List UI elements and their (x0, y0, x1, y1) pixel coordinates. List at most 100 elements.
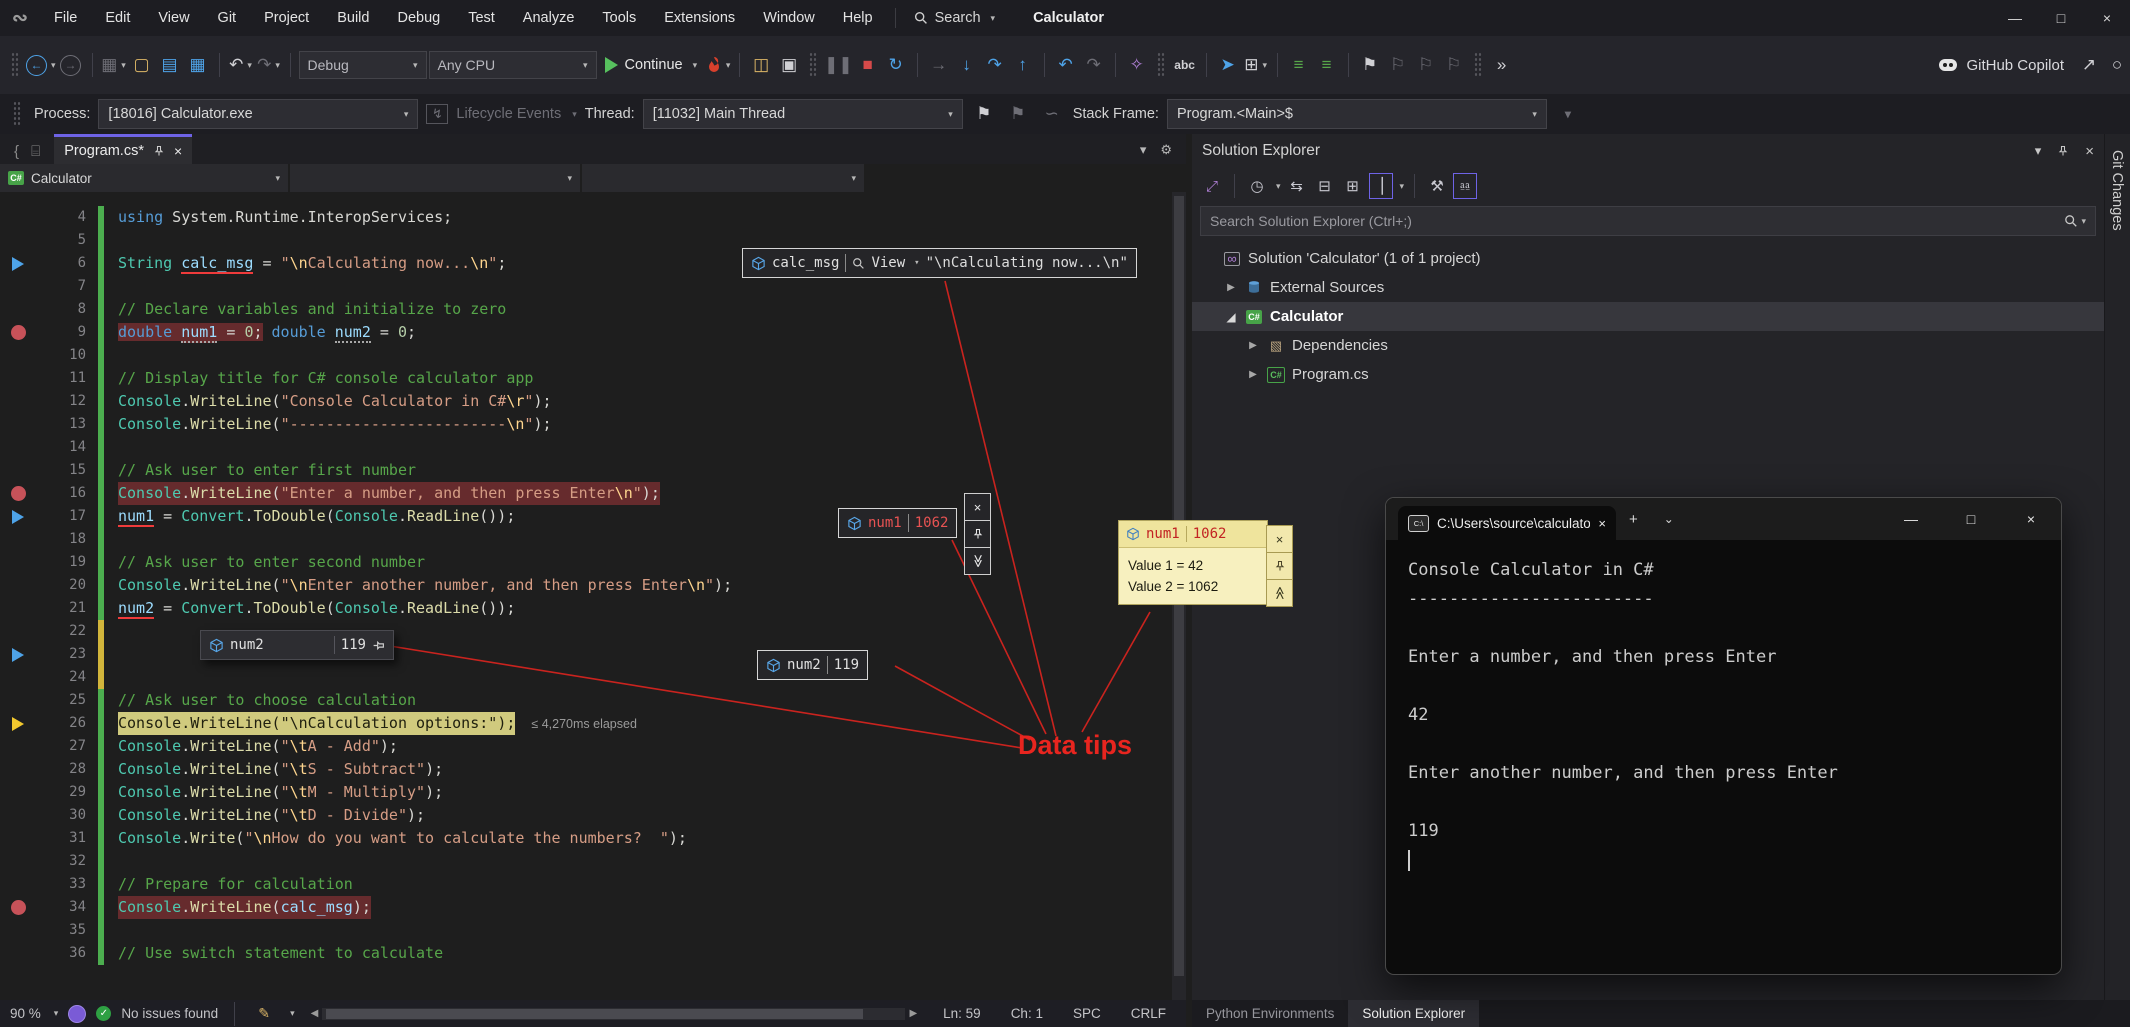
scrollbar-thumb[interactable] (326, 1009, 862, 1019)
code-line-24[interactable]: 24 (0, 666, 1186, 689)
pin-icon[interactable] (2057, 145, 2069, 157)
chevron-down-icon[interactable]: ▾ (1400, 181, 1405, 192)
breakpoint-gutter[interactable] (0, 459, 36, 482)
menu-file[interactable]: File (40, 0, 91, 36)
breakpoint-icon[interactable] (11, 900, 26, 915)
menu-build[interactable]: Build (323, 0, 383, 36)
lifecycle-events-label[interactable]: Lifecycle Events (456, 106, 561, 122)
thread-combo[interactable]: [11032] Main Thread▾ (643, 99, 963, 129)
line-ending-indicator[interactable]: CRLF (1131, 1006, 1166, 1021)
clear-bookmarks-icon[interactable]: ⚐ (1441, 50, 1467, 80)
code-line-8[interactable]: 8// Declare variables and initialize to … (0, 298, 1186, 321)
restart-icon[interactable]: ↻ (883, 50, 909, 80)
toolbar-grip[interactable] (809, 52, 817, 78)
toolbar-grip[interactable] (1474, 52, 1482, 78)
document-well-options-icon[interactable]: ⚙ (1160, 142, 1172, 158)
breakpoint-gutter[interactable] (0, 229, 36, 252)
open-folder-icon[interactable]: ▢ (129, 50, 155, 80)
code-text[interactable]: Console.WriteLine("\nCalculation options… (104, 712, 637, 735)
code-text[interactable]: // Display title for C# console calculat… (104, 367, 533, 390)
pin-icon[interactable] (1266, 552, 1293, 580)
toolbar-overflow-icon[interactable]: » (1489, 50, 1515, 80)
breakpoint-gutter[interactable] (0, 942, 36, 965)
terminal-minimize-button[interactable]: — (1881, 498, 1941, 540)
preview-selected-icon[interactable]: ⎂ (1453, 173, 1477, 199)
pin-icon[interactable] (153, 145, 165, 157)
console-window[interactable]: C:\ C:\Users\source\calculator × + ⌄ — □… (1385, 497, 2062, 975)
code-text[interactable]: num2 = Convert.ToDouble(Console.ReadLine… (104, 597, 515, 620)
breakpoint-gutter[interactable] (0, 758, 36, 781)
toolbar-grip[interactable] (1157, 52, 1165, 78)
datatip-num2[interactable]: num2 119 (757, 650, 868, 680)
menu-tools[interactable]: Tools (588, 0, 650, 36)
current-statement-icon[interactable] (12, 717, 24, 731)
tree-item-calculator[interactable]: ◢C#Calculator (1192, 302, 2104, 331)
format-selection-icon[interactable]: ≡ (1314, 50, 1340, 80)
tree-expander-icon[interactable]: ◢ (1224, 310, 1238, 324)
bookmark-icon[interactable]: ⚑ (1357, 50, 1383, 80)
code-line-7[interactable]: 7 (0, 275, 1186, 298)
code-line-22[interactable]: 22 (0, 620, 1186, 643)
collapse-comments-icon[interactable]: ≫ (1266, 579, 1293, 607)
menu-extensions[interactable]: Extensions (650, 0, 749, 36)
menu-analyze[interactable]: Analyze (509, 0, 589, 36)
navigate-forward-icon[interactable]: → (58, 50, 84, 80)
code-line-16[interactable]: 16Console.WriteLine("Enter a number, and… (0, 482, 1186, 505)
menu-test[interactable]: Test (454, 0, 509, 36)
code-line-19[interactable]: 19// Ask user to enter second number (0, 551, 1186, 574)
new-tab-button[interactable]: + (1616, 498, 1651, 540)
code-line-14[interactable]: 14 (0, 436, 1186, 459)
breakpoint-gutter[interactable] (0, 597, 36, 620)
code-text[interactable]: double num1 = 0; double num2 = 0; (104, 321, 416, 344)
datatip-num2-pinned[interactable]: num2 119 (200, 630, 394, 660)
breakpoint-gutter[interactable] (0, 574, 36, 597)
window-layout-icon[interactable]: ▣ (776, 50, 802, 80)
tree-expander-icon[interactable]: ▶ (1246, 369, 1260, 380)
pinned-tip-marker-icon[interactable] (12, 510, 24, 524)
properties-wrench-icon[interactable]: ⚒ (1425, 173, 1449, 199)
panel-tab-solution-explorer[interactable]: Solution Explorer (1348, 1000, 1479, 1027)
breakpoint-gutter[interactable] (0, 827, 36, 850)
breakpoint-gutter[interactable] (0, 344, 36, 367)
solution-platforms-combo[interactable]: Any CPU▾ (429, 51, 597, 79)
navigate-back-icon[interactable]: ←▾ (26, 50, 56, 80)
show-threads-in-source-icon[interactable]: ⚑ (971, 99, 997, 129)
code-line-12[interactable]: 12Console.WriteLine("Console Calculator … (0, 390, 1186, 413)
breakpoint-icon[interactable] (11, 486, 26, 501)
code-text[interactable]: // Ask user to enter first number (104, 459, 416, 482)
breakpoint-gutter[interactable] (0, 298, 36, 321)
toggle-flagged-threads-icon[interactable]: ∽ (1039, 99, 1065, 129)
datatip-num1[interactable]: num1 1062 (838, 508, 957, 538)
member-dropdown[interactable]: ▾ (582, 164, 866, 192)
code-text[interactable]: // Ask user to enter second number (104, 551, 425, 574)
code-text[interactable]: String calc_msg = "\nCalculating now...\… (104, 252, 506, 275)
menu-edit[interactable]: Edit (91, 0, 144, 36)
datatip-view-label[interactable]: View (871, 255, 905, 271)
code-text[interactable]: Console.WriteLine("\tS - Subtract"); (104, 758, 443, 781)
collapse-all-icon[interactable]: ⊟ (1313, 173, 1337, 199)
solution-configurations-combo[interactable]: Debug▾ (299, 51, 427, 79)
forward-history-icon[interactable]: ↷ (1081, 50, 1107, 80)
type-dropdown[interactable]: ▾ (290, 164, 582, 192)
column-indicator[interactable]: Ch: 1 (1011, 1006, 1043, 1021)
tree-item-program-cs[interactable]: ▶C#Program.cs (1192, 360, 2104, 389)
pin-icon[interactable] (964, 520, 991, 548)
breakpoint-gutter[interactable] (0, 643, 36, 666)
chevron-down-icon[interactable]: ▾ (1140, 142, 1147, 158)
breakpoint-gutter[interactable] (0, 436, 36, 459)
minimize-button[interactable]: — (1992, 0, 2038, 36)
issues-status[interactable]: No issues found (121, 1006, 218, 1021)
menu-help[interactable]: Help (829, 0, 887, 36)
horizontal-scrollbar[interactable]: ◀ ▶ (311, 1008, 917, 1020)
expand-comments-icon[interactable]: ≫ (964, 547, 991, 575)
tab-dropdown-icon[interactable]: ⌄ (1651, 498, 1687, 540)
code-line-27[interactable]: 27Console.WriteLine("\tA - Add"); (0, 735, 1186, 758)
pending-changes-filter-icon[interactable]: ◷ (1245, 173, 1269, 199)
prev-bookmark-icon[interactable]: ⚐ (1385, 50, 1411, 80)
code-text[interactable]: Console.WriteLine("\tM - Multiply"); (104, 781, 443, 804)
code-text[interactable] (104, 344, 118, 367)
code-text[interactable] (104, 275, 118, 298)
show-next-statement-icon[interactable]: → (926, 50, 952, 80)
save-all-icon[interactable]: ▦ (185, 50, 211, 80)
solution-explorer-search[interactable]: Search Solution Explorer (Ctrl+;) ▾ (1200, 206, 2096, 236)
